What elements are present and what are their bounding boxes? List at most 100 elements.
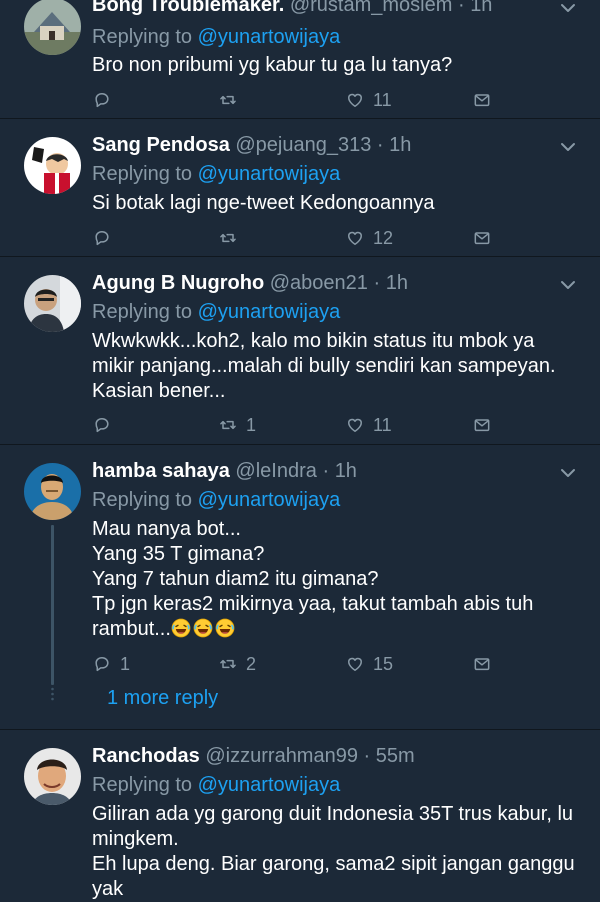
display-name[interactable]: Agung B Nugroho bbox=[92, 272, 264, 294]
reply-button[interactable]: 1 bbox=[92, 652, 130, 676]
tweet-actions: 11 bbox=[92, 88, 502, 112]
mention-link[interactable]: @yunartowijaya bbox=[198, 489, 341, 511]
tweet-text: Giliran ada yg garong duit Indonesia 35T… bbox=[92, 802, 582, 902]
dm-button[interactable] bbox=[472, 226, 500, 250]
retweet-icon bbox=[218, 415, 238, 435]
user-handle[interactable]: @aboen21 bbox=[270, 272, 368, 294]
like-button[interactable]: 11 bbox=[345, 413, 392, 437]
user-handle[interactable]: @leIndra bbox=[235, 460, 316, 482]
display-name[interactable]: hamba sahaya bbox=[92, 460, 230, 482]
tweet-text-line: Yang 35 T gimana? bbox=[92, 543, 265, 565]
tweet-text-line: Wkwkwkk...koh2, kalo mo bikin status itu… bbox=[92, 330, 535, 352]
timestamp[interactable]: 1h bbox=[335, 460, 357, 482]
retweet-count: 2 bbox=[246, 653, 257, 674]
user-handle[interactable]: @izzurrahman99 bbox=[205, 745, 358, 767]
like-button[interactable]: 11 bbox=[345, 88, 392, 112]
tweet-text-line-last: rambut... bbox=[92, 617, 582, 642]
mention-link[interactable]: @yunartowijaya bbox=[198, 301, 341, 323]
separator-dot: · bbox=[373, 272, 381, 294]
tweet-actions: 1 2 15 bbox=[92, 652, 502, 676]
mention-link[interactable]: @yunartowijaya bbox=[198, 163, 341, 185]
replying-to: Replying to @yunartowijaya bbox=[92, 774, 340, 797]
tweet[interactable]: Agung B Nugroho @aboen21 · 1h Replying t… bbox=[0, 257, 600, 445]
retweet-button[interactable] bbox=[218, 226, 246, 250]
tweet-text: Si botak lagi nge-tweet Kedongoannya bbox=[92, 191, 582, 216]
tweet-header: Sang Pendosa @pejuang_313 · 1h bbox=[92, 134, 411, 157]
tweet-header: Ranchodas @izzurrahman99 · 55m bbox=[92, 745, 415, 768]
tweet[interactable]: hamba sahaya @leIndra · 1h Replying to @… bbox=[0, 445, 600, 730]
mention-link[interactable]: @yunartowijaya bbox=[198, 774, 341, 796]
laughing-emoji-icon bbox=[193, 618, 213, 638]
replying-prefix: Replying to bbox=[92, 163, 193, 185]
tweet-text-line: Tp jgn keras2 mikirnya yaa, takut tambah… bbox=[92, 593, 534, 615]
avatar[interactable] bbox=[24, 748, 81, 805]
avatar[interactable] bbox=[24, 463, 81, 520]
chevron-down-icon[interactable] bbox=[560, 468, 576, 478]
thread-dots bbox=[51, 687, 54, 701]
like-count: 12 bbox=[373, 227, 394, 248]
avatar[interactable] bbox=[24, 0, 81, 55]
like-count: 11 bbox=[373, 414, 392, 435]
retweet-button[interactable] bbox=[218, 88, 246, 112]
replying-to: Replying to @yunartowijaya bbox=[92, 163, 340, 186]
separator-dot: · bbox=[363, 745, 371, 767]
laughing-emoji-icon bbox=[215, 618, 235, 638]
envelope-icon bbox=[472, 228, 492, 248]
tweet-text: Bro non pribumi yg kabur tu ga lu tanya? bbox=[92, 53, 582, 78]
display-name[interactable]: Bong Troublemaker. bbox=[92, 0, 284, 16]
timestamp[interactable]: 1h bbox=[386, 272, 408, 294]
dm-button[interactable] bbox=[472, 88, 500, 112]
replying-to: Replying to @yunartowijaya bbox=[92, 301, 340, 324]
tweet-text-line: Giliran ada yg garong duit Indonesia 35T… bbox=[92, 803, 574, 825]
avatar[interactable] bbox=[24, 137, 81, 194]
avatar[interactable] bbox=[24, 275, 81, 332]
chevron-down-icon[interactable] bbox=[560, 3, 576, 13]
tweet-header: Agung B Nugroho @aboen21 · 1h bbox=[92, 272, 408, 295]
reply-count: 1 bbox=[120, 653, 131, 674]
mention-link[interactable]: @yunartowijaya bbox=[198, 26, 341, 48]
display-name[interactable]: Sang Pendosa bbox=[92, 134, 230, 156]
timestamp[interactable]: 1h bbox=[470, 0, 492, 16]
tweet-text-line: rambut... bbox=[92, 618, 171, 640]
display-name[interactable]: Ranchodas bbox=[92, 745, 200, 767]
dm-button[interactable] bbox=[472, 652, 500, 676]
separator-dot: · bbox=[322, 460, 330, 482]
tweet-text-line: Si botak lagi nge-tweet Kedongoannya bbox=[92, 192, 435, 214]
heart-icon bbox=[345, 228, 365, 248]
dm-button[interactable] bbox=[472, 413, 500, 437]
replying-to: Replying to @yunartowijaya bbox=[92, 26, 340, 49]
envelope-icon bbox=[472, 654, 492, 674]
tweet[interactable]: Bong Troublemaker. @rustam_moslem · 1h R… bbox=[0, 0, 600, 119]
timestamp[interactable]: 1h bbox=[389, 134, 411, 156]
tweet-text: Wkwkwkk...koh2, kalo mo bikin status itu… bbox=[92, 329, 582, 404]
chevron-down-icon[interactable] bbox=[560, 142, 576, 152]
tweet-text-line: mikir panjang...malah di bully sendiri k… bbox=[92, 355, 556, 377]
reply-button[interactable] bbox=[92, 413, 120, 437]
replying-prefix: Replying to bbox=[92, 774, 193, 796]
reply-button[interactable] bbox=[92, 88, 120, 112]
replying-prefix: Replying to bbox=[92, 26, 193, 48]
heart-icon bbox=[345, 654, 365, 674]
laughing-emoji-icon bbox=[171, 618, 191, 638]
retweet-button[interactable]: 1 bbox=[218, 413, 256, 437]
replying-prefix: Replying to bbox=[92, 301, 193, 323]
user-handle[interactable]: @pejuang_313 bbox=[235, 134, 371, 156]
reply-icon bbox=[92, 90, 112, 110]
tweet-text-line: Kasian bener... bbox=[92, 380, 226, 402]
separator-dot: · bbox=[376, 134, 384, 156]
like-button[interactable]: 12 bbox=[345, 226, 393, 250]
tweet-text-line: Mau nanya bot... bbox=[92, 518, 241, 540]
retweet-button[interactable]: 2 bbox=[218, 652, 256, 676]
tweet[interactable]: Sang Pendosa @pejuang_313 · 1h Replying … bbox=[0, 119, 600, 257]
like-button[interactable]: 15 bbox=[345, 652, 393, 676]
chevron-down-icon[interactable] bbox=[560, 280, 576, 290]
tweet[interactable]: Ranchodas @izzurrahman99 · 55m Replying … bbox=[0, 730, 600, 900]
reply-button[interactable] bbox=[92, 226, 120, 250]
more-replies-link[interactable]: 1 more reply bbox=[107, 687, 218, 710]
tweet-actions: 12 bbox=[92, 226, 502, 250]
timestamp[interactable]: 55m bbox=[376, 745, 415, 767]
user-handle[interactable]: @rustam_moslem bbox=[290, 0, 453, 16]
reply-icon bbox=[92, 415, 112, 435]
heart-icon bbox=[345, 415, 365, 435]
reply-icon bbox=[92, 654, 112, 674]
